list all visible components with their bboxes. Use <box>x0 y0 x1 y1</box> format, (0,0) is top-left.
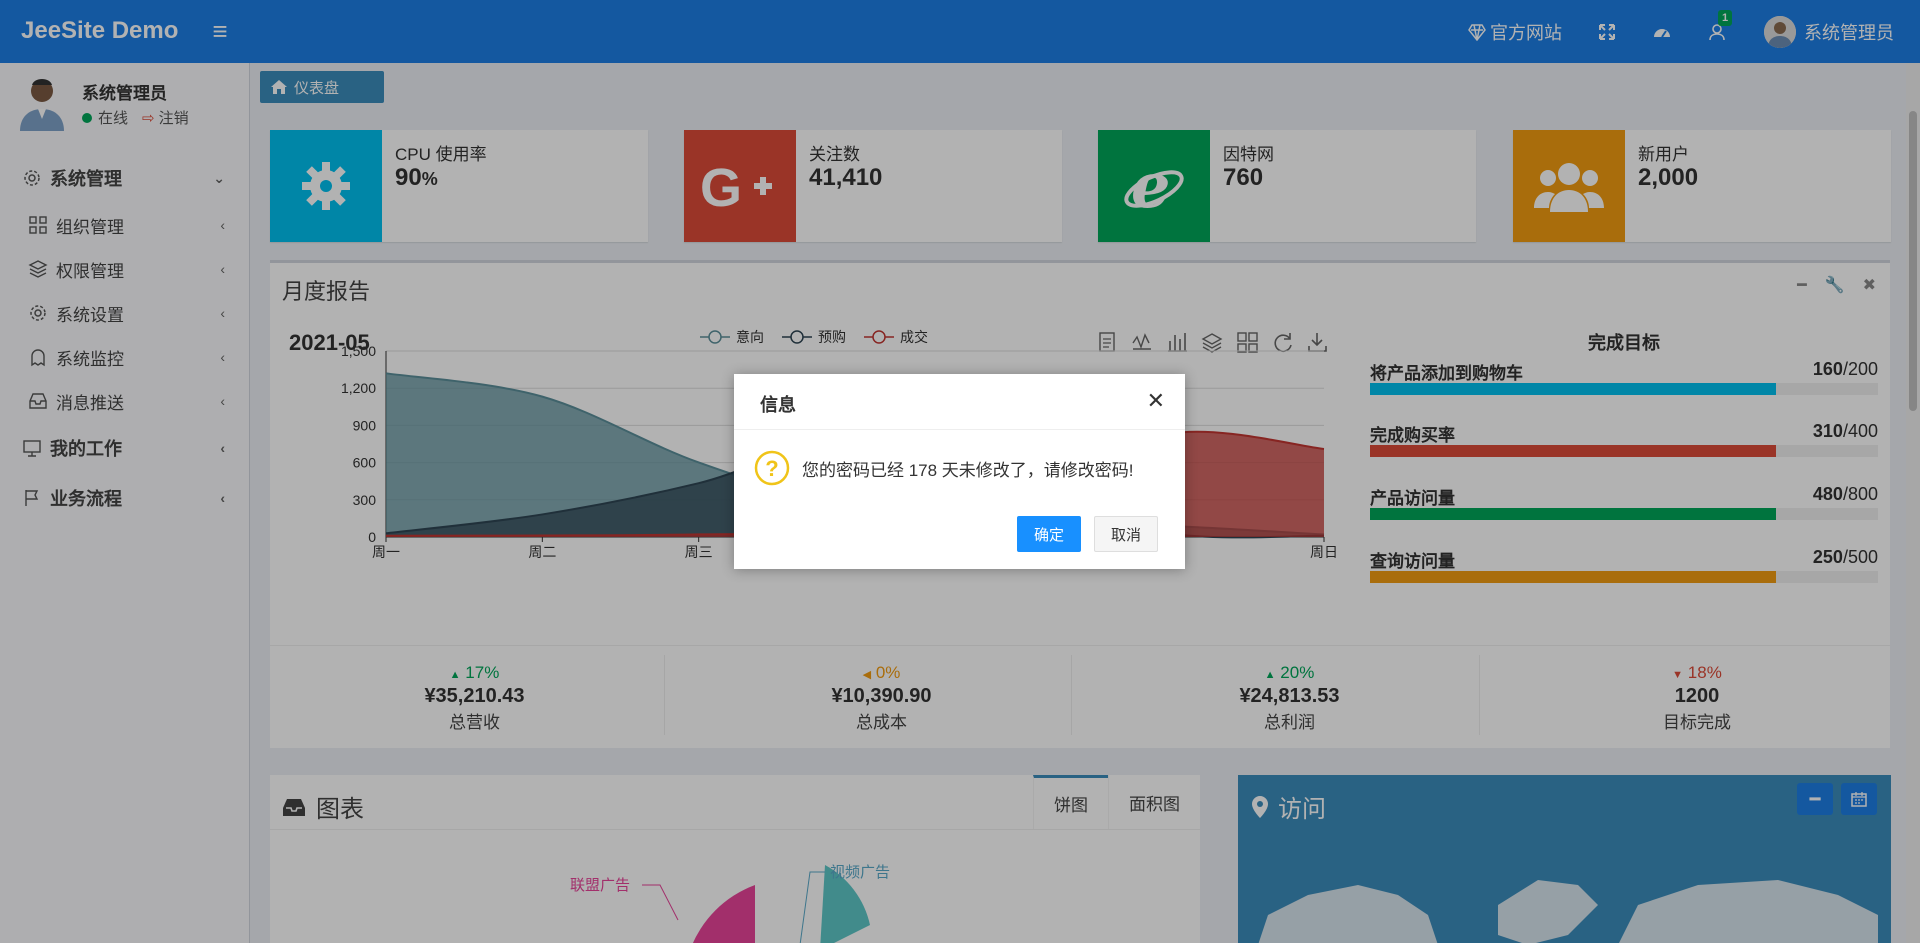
dialog-title: 信息 <box>760 395 796 415</box>
svg-text:?: ? <box>765 456 778 481</box>
dialog-body: ? 您的密码已经 178 天未修改了，请修改密码! <box>754 450 1134 486</box>
cancel-button[interactable]: 取消 <box>1094 516 1158 552</box>
question-icon: ? <box>754 450 790 486</box>
dialog-header: 信息 ✕ <box>734 374 1185 430</box>
close-icon[interactable]: ✕ <box>1147 390 1165 412</box>
confirm-button[interactable]: 确定 <box>1017 516 1081 552</box>
info-dialog: 信息 ✕ ? 您的密码已经 178 天未修改了，请修改密码! 确定 取消 <box>734 374 1185 569</box>
dialog-message: 您的密码已经 178 天未修改了，请修改密码! <box>802 460 1134 480</box>
